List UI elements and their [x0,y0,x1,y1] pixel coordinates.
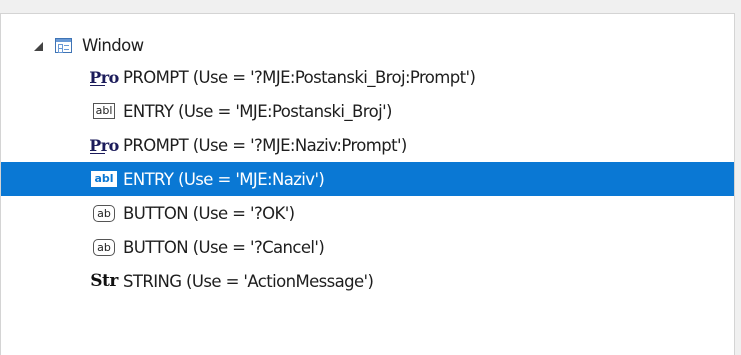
button-icon: ab [91,238,117,256]
tree-node-button[interactable]: ab BUTTON (Use = '?Cancel') [1,230,734,264]
tree-node-label: ENTRY (Use = 'MJE:Postanski_Broj') [123,101,392,121]
tree-node-string[interactable]: Str STRING (Use = 'ActionMessage') [1,264,734,298]
tree-node-entry-selected[interactable]: abl ENTRY (Use = 'MJE:Naziv') [1,162,734,196]
prompt-icon: Pro [89,67,119,87]
tree-node-label: Window [82,35,144,55]
tree-node-label: PROMPT (Use = '?MJE:Postanski_Broj:Promp… [123,67,476,87]
tree-node-label: STRING (Use = 'ActionMessage') [123,271,374,291]
tree-node-button[interactable]: ab BUTTON (Use = '?OK') [1,196,734,230]
string-icon: Str [90,271,118,291]
tree-node-prompt[interactable]: Pro PROMPT (Use = '?MJE:Naziv:Prompt') [1,128,734,162]
tree-node-prompt[interactable]: Pro PROMPT (Use = '?MJE:Postanski_Broj:P… [1,60,734,94]
tree-node-label: BUTTON (Use = '?OK') [123,203,295,223]
tree-node-label: PROMPT (Use = '?MJE:Naziv:Prompt') [123,135,407,155]
window-icon [55,37,72,53]
prompt-icon: Pro [89,135,119,155]
tree-node-entry[interactable]: abl ENTRY (Use = 'MJE:Postanski_Broj') [1,94,734,128]
tree-node-window[interactable]: Window [1,30,734,60]
collapse-triangle-icon[interactable] [34,41,43,51]
tree-node-label: BUTTON (Use = '?Cancel') [123,237,325,257]
tree-panel: Window Pro PROMPT (Use = '?MJE:Postanski… [0,13,735,355]
entry-icon: abl [91,103,117,119]
button-icon: ab [91,204,117,222]
entry-icon: abl [91,171,117,187]
tree-node-label: ENTRY (Use = 'MJE:Naziv') [123,169,325,189]
control-tree: Window Pro PROMPT (Use = '?MJE:Postanski… [1,30,734,298]
